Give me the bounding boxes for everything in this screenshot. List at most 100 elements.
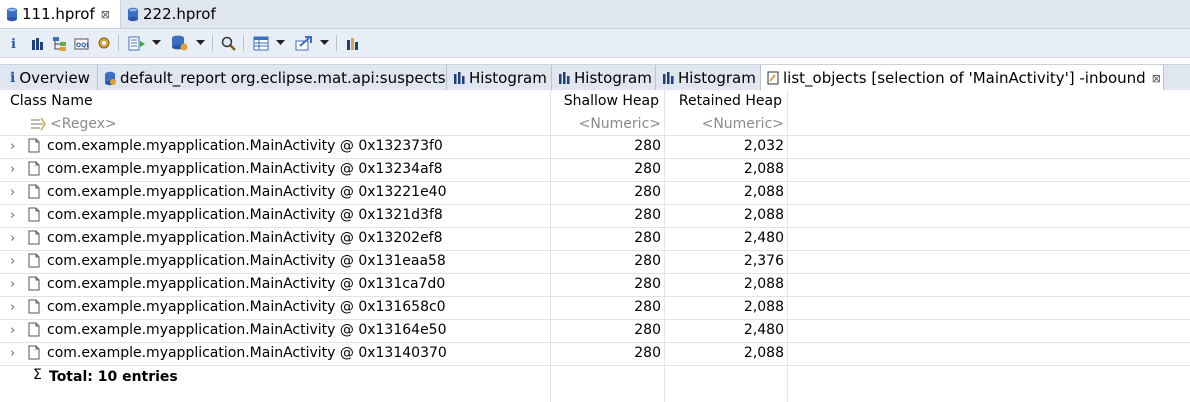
table-row[interactable]: › com.example.myapplication.MainActivity … xyxy=(0,205,1190,228)
column-header-retained-heap[interactable]: Retained Heap xyxy=(679,90,782,112)
shallow-heap-cell: 280 xyxy=(634,322,661,338)
expand-chevron-icon[interactable]: › xyxy=(10,346,15,361)
dropdown-icon[interactable] xyxy=(150,34,162,52)
info-icon: i xyxy=(10,70,16,86)
class-name-cell: com.example.myapplication.MainActivity @… xyxy=(47,184,447,200)
expand-chevron-icon[interactable]: › xyxy=(10,208,15,223)
retained-heap-cell: 2,088 xyxy=(743,207,784,223)
expand-chevron-icon[interactable]: › xyxy=(10,254,15,269)
table-row[interactable]: › com.example.myapplication.MainActivity … xyxy=(0,320,1190,343)
editor-tab-label: 111.hprof xyxy=(22,5,95,23)
table-row[interactable]: › com.example.myapplication.MainActivity … xyxy=(0,274,1190,297)
object-file-icon xyxy=(28,253,40,268)
object-file-icon xyxy=(28,276,40,291)
class-name-cell: com.example.myapplication.MainActivity @… xyxy=(47,322,447,338)
shallow-heap-cell: 280 xyxy=(634,138,661,154)
dropdown-icon[interactable] xyxy=(318,34,330,52)
histogram-icon[interactable] xyxy=(29,34,45,52)
toolbar-separator xyxy=(212,35,213,51)
retained-heap-cell: 2,376 xyxy=(743,253,784,269)
expand-chevron-icon[interactable]: › xyxy=(10,139,15,154)
object-file-icon xyxy=(28,299,40,314)
tab-default-report[interactable]: default_report org.eclipse.mat.api:suspe… xyxy=(98,65,447,91)
expand-chevron-icon[interactable]: › xyxy=(10,162,15,177)
toolbar-separator xyxy=(243,35,244,51)
shallow-heap-cell: 280 xyxy=(634,184,661,200)
object-file-icon xyxy=(28,184,40,199)
total-row: Σ Total: 10 entries xyxy=(0,366,1190,390)
dropdown-icon[interactable] xyxy=(274,34,286,52)
total-label: Total: 10 entries xyxy=(49,369,178,385)
class-name-cell: com.example.myapplication.MainActivity @… xyxy=(47,207,443,223)
column-header-class-name[interactable]: Class Name xyxy=(10,90,93,112)
regex-filter[interactable]: <Regex> xyxy=(30,114,117,134)
table-row[interactable]: › com.example.myapplication.MainActivity … xyxy=(0,228,1190,251)
class-name-cell: com.example.myapplication.MainActivity @… xyxy=(47,345,447,361)
object-file-icon xyxy=(28,161,40,176)
tab-histogram[interactable]: Histogram xyxy=(447,65,552,91)
tab-histogram[interactable]: Histogram xyxy=(656,65,761,91)
editor-tab-222-hprof[interactable]: 222.hprof xyxy=(121,0,231,28)
tab-label: Overview xyxy=(19,69,90,87)
run-report-icon[interactable] xyxy=(127,34,147,52)
shallow-heap-cell: 280 xyxy=(634,207,661,223)
objects-table: Class Name Shallow Heap Retained Heap <R… xyxy=(0,90,1190,402)
histogram-icon xyxy=(663,72,674,84)
shallow-heap-cell: 280 xyxy=(634,253,661,269)
heap-dump-icon xyxy=(128,7,138,21)
retained-heap-cell: 2,088 xyxy=(743,276,784,292)
search-icon[interactable] xyxy=(220,34,236,52)
tab-overview[interactable]: i Overview xyxy=(0,65,98,91)
table-row[interactable]: › com.example.myapplication.MainActivity … xyxy=(0,297,1190,320)
editor-tab-111-hprof[interactable]: 111.hprof ⊠ xyxy=(0,0,121,28)
tab-list-objects[interactable]: list_objects [selection of 'MainActivity… xyxy=(761,65,1164,91)
object-file-icon xyxy=(28,230,40,245)
tab-label: list_objects [selection of 'MainActivity… xyxy=(783,69,1146,87)
retained-heap-cell: 2,088 xyxy=(743,184,784,200)
table-row[interactable]: › com.example.myapplication.MainActivity … xyxy=(0,343,1190,366)
tab-label: Histogram xyxy=(574,69,652,87)
editor-tab-bar: 111.hprof ⊠ 222.hprof xyxy=(0,0,1190,29)
retained-heap-cell: 2,480 xyxy=(743,230,784,246)
expand-chevron-icon[interactable]: › xyxy=(10,277,15,292)
shallow-heap-cell: 280 xyxy=(634,345,661,361)
oql-icon[interactable]: OQL xyxy=(73,34,89,52)
regex-filter-placeholder: <Regex> xyxy=(50,116,117,132)
dropdown-icon[interactable] xyxy=(194,34,206,52)
document-icon xyxy=(767,71,779,85)
view-tab-bar: i Overview default_report org.eclipse.ma… xyxy=(0,64,1190,92)
info-icon[interactable]: i xyxy=(9,34,19,52)
table-row[interactable]: › com.example.myapplication.MainActivity … xyxy=(0,136,1190,159)
object-file-icon xyxy=(28,345,40,360)
class-name-cell: com.example.myapplication.MainActivity @… xyxy=(47,253,446,269)
retained-heap-cell: 2,032 xyxy=(743,138,784,154)
table-row[interactable]: › com.example.myapplication.MainActivity … xyxy=(0,182,1190,205)
expand-chevron-icon[interactable]: › xyxy=(10,323,15,338)
close-tab-icon[interactable]: ⊠ xyxy=(101,8,110,21)
retained-heap-cell: 2,088 xyxy=(743,299,784,315)
expand-chevron-icon[interactable]: › xyxy=(10,300,15,315)
retained-heap-filter[interactable]: <Numeric> xyxy=(702,114,784,134)
query-browser-icon[interactable] xyxy=(170,34,190,52)
close-tab-icon[interactable]: ⊠ xyxy=(1152,72,1161,85)
shallow-heap-filter[interactable]: <Numeric> xyxy=(579,114,661,134)
table-row[interactable]: › com.example.myapplication.MainActivity … xyxy=(0,251,1190,274)
class-name-cell: com.example.myapplication.MainActivity @… xyxy=(47,138,443,154)
dominator-tree-icon[interactable] xyxy=(51,34,67,52)
table-layout-icon[interactable] xyxy=(252,34,270,52)
class-name-cell: com.example.myapplication.MainActivity @… xyxy=(47,276,446,292)
export-icon[interactable] xyxy=(294,34,314,52)
svg-text:OQL: OQL xyxy=(76,42,89,49)
tab-histogram[interactable]: Histogram xyxy=(552,65,656,91)
tab-label: Histogram xyxy=(469,69,547,87)
shallow-heap-cell: 280 xyxy=(634,161,661,177)
expand-chevron-icon[interactable]: › xyxy=(10,231,15,246)
table-row[interactable]: › com.example.myapplication.MainActivity … xyxy=(0,159,1190,182)
column-header-shallow-heap[interactable]: Shallow Heap xyxy=(564,90,659,112)
calculate-retained-icon[interactable] xyxy=(344,34,360,52)
shallow-heap-cell: 280 xyxy=(634,299,661,315)
report-icon xyxy=(105,71,116,85)
toolbar-separator xyxy=(336,35,337,51)
expand-chevron-icon[interactable]: › xyxy=(10,185,15,200)
heap-dump-overview-icon[interactable] xyxy=(96,34,112,52)
